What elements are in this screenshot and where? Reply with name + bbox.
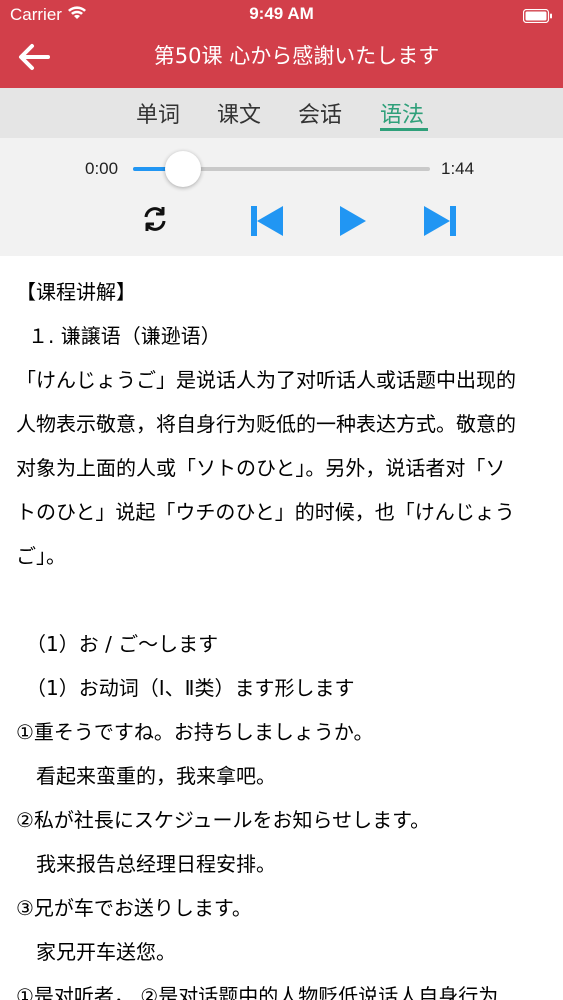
paragraph-line: トのひと」说起「ウチのひと」的时候，也「けんじょう	[16, 500, 515, 524]
grammar-point-title: １. 谦譲语（谦逊语）	[28, 324, 221, 348]
tab-text[interactable]: 课文	[217, 97, 261, 129]
example-translation: 家兄开车送您。	[16, 940, 176, 964]
example-translation: 我来报告总经理日程安排。	[16, 852, 276, 876]
paragraph-line: 「けんじょうご」是说话人为了对听话人或话题中出现的	[16, 368, 516, 392]
grammar-content: 【课程讲解】 １. 谦譲语（谦逊语） 「けんじょうご」是说话人为了对听话人或话题…	[0, 256, 563, 1000]
current-time: 0:00	[85, 159, 119, 178]
skip-previous-icon[interactable]	[249, 204, 285, 242]
example-sentence: ②私が社長にスケジュールをお知らせします。	[16, 808, 431, 832]
active-tab-indicator	[380, 128, 428, 131]
total-time: 1:44	[441, 159, 475, 178]
pattern-heading: （1）お / ご～します	[26, 632, 219, 656]
arrow-left-icon[interactable]	[18, 42, 52, 72]
paragraph-line: ご」。	[16, 544, 66, 568]
tab-bar: 单词 课文 会话 语法	[0, 88, 563, 138]
example-sentence: ①重そうですね。お持ちしましょうか。	[16, 720, 374, 744]
skip-next-icon[interactable]	[422, 204, 458, 242]
battery-icon	[522, 8, 553, 27]
paragraph-line: ①是对听者， ②是对话题中的人物贬低说话人自身行为	[16, 984, 499, 1000]
audio-player: 0:00 1:44	[0, 138, 563, 256]
navigation-bar: 第50课 心から感謝いたします	[0, 30, 563, 88]
paragraph-line: 人物表示敬意，将自身行为贬低的一种表达方式。敬意的	[16, 412, 516, 436]
status-bar: Carrier 9:49 AM	[0, 0, 563, 30]
slider-thumb[interactable]	[165, 151, 202, 187]
page-title: 第50课 心から感謝いたします	[153, 44, 440, 68]
play-icon[interactable]	[338, 204, 368, 242]
tab-grammar[interactable]: 语法	[380, 97, 424, 129]
pattern-rule: （1）お动词（Ⅰ、Ⅱ类）ます形します	[26, 676, 355, 700]
section-heading: 【课程讲解】	[16, 280, 136, 304]
progress-slider[interactable]	[133, 151, 430, 187]
example-sentence: ③兄が车でお送りします。	[16, 896, 252, 920]
paragraph-line: 对象为上面的人或「ソトのひと」。另外，说话者对「ソ	[16, 456, 506, 480]
repeat-icon[interactable]	[140, 204, 170, 238]
tab-vocabulary[interactable]: 单词	[136, 97, 180, 129]
clock: 9:49 AM	[249, 4, 314, 23]
example-translation: 看起来蛮重的，我来拿吧。	[16, 764, 276, 788]
tab-conversation[interactable]: 会话	[298, 97, 342, 129]
